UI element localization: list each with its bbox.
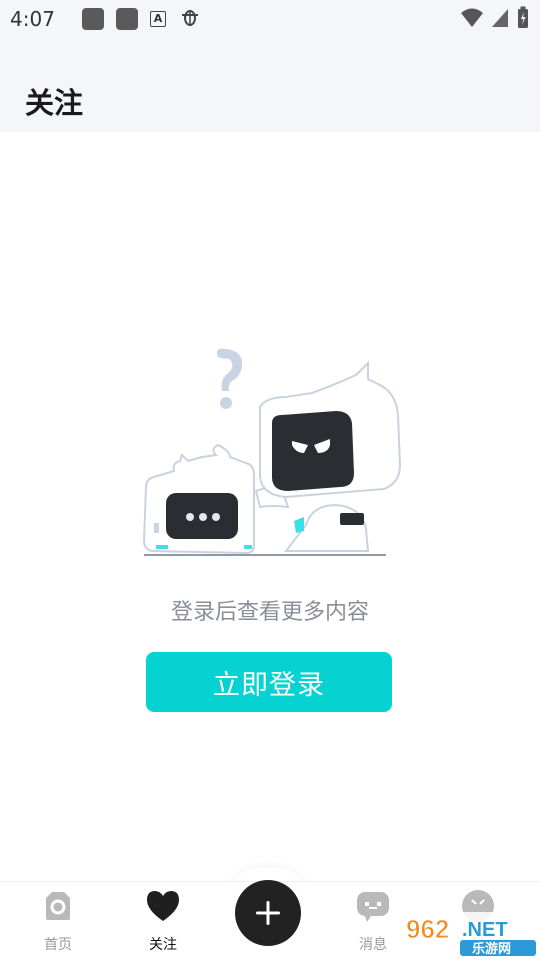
nav-item-follow[interactable]: 关注 (123, 888, 203, 954)
status-time: 4:07 (10, 7, 55, 31)
battery-icon (518, 6, 528, 28)
nav-label-follow: 关注 (149, 937, 177, 953)
login-button[interactable]: 立即登录 (146, 652, 392, 712)
watermark-logo: 962 .NET 乐游网 (402, 912, 538, 958)
notification-app-icon-2 (116, 8, 138, 30)
status-right (460, 6, 530, 30)
header: 关注 (0, 38, 540, 132)
heart-icon (147, 891, 179, 921)
signal-icon (492, 9, 508, 27)
chat-bubble-icon (357, 892, 389, 922)
svg-text:乐游网: 乐游网 (472, 941, 511, 957)
svg-text:962: 962 (406, 914, 449, 944)
bug-icon (178, 5, 202, 34)
question-mark-icon (217, 348, 243, 409)
svg-text:.NET: .NET (462, 919, 508, 941)
nav-item-home[interactable]: 首页 (18, 888, 98, 954)
keyboard-a-icon: A (150, 11, 166, 27)
plus-icon (256, 901, 280, 925)
page-title: 关注 (25, 86, 84, 120)
notification-app-icon (82, 8, 104, 30)
login-prompt-text: 登录后查看更多内容 (170, 600, 369, 625)
nav-label-home: 首页 (44, 937, 72, 953)
robots-illustration (142, 348, 402, 556)
status-bar: 4:07 A (0, 0, 540, 38)
small-robot (142, 443, 255, 555)
create-button[interactable] (235, 880, 301, 946)
camera-home-icon (46, 892, 70, 920)
wifi-icon (461, 8, 483, 27)
